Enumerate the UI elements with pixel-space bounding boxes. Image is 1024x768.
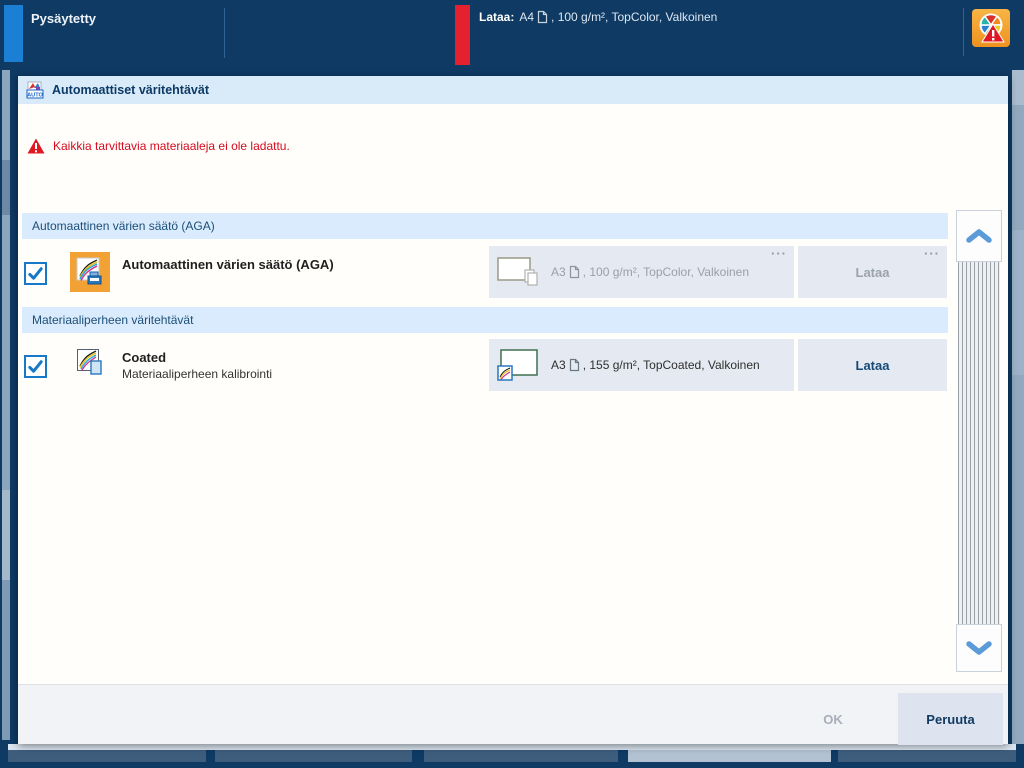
load-message: Lataa: A4 , 100 g/m², TopColor, Valkoine… [479,10,717,24]
scrollbar-track[interactable] [958,262,1000,624]
load-material-details: , 100 g/m², TopColor, Valkoinen [551,10,717,24]
checkbox-coated[interactable] [24,355,47,378]
material-selector-aga-disabled[interactable]: A3 , 100 g/m², TopColor, Valkoinen ··· [489,246,794,298]
paper-tray-icon [497,256,541,288]
paper-tray-calibration-icon [497,347,541,383]
section-header-aga: Automaattinen värien säätö (AGA) [22,213,948,239]
background-tab-4-active[interactable] [628,750,831,762]
color-wheel-warning-icon [975,12,1007,44]
scroll-up-button[interactable] [956,210,1002,262]
material-selector-coated[interactable]: A3 , 155 g/m², TopCoated, Valkoinen [489,339,794,391]
page-icon [537,10,548,24]
scroll-down-button[interactable] [956,624,1002,672]
load-button-label: Lataa [856,358,890,373]
background-tab-2[interactable] [215,750,412,762]
task-label-coated: Coated Materiaaliperheen kalibrointi [122,350,272,381]
overflow-dots: ··· [924,246,940,261]
auto-color-tasks-icon: AUTO [26,81,44,99]
background-right-tab-strip [1012,70,1024,744]
material-description: A3 , 100 g/m², TopColor, Valkoinen [551,265,749,279]
status-indicator-bar [4,5,23,62]
warning-message-row: Kaikkia tarvittavia materiaaleja ei ole … [27,138,290,154]
checkmark-icon [27,358,44,375]
chevron-down-icon [964,640,994,656]
automatic-color-tasks-dialog: AUTO Automaattiset väritehtävät Kaikkia … [18,76,1008,744]
dialog-scrollbar [956,210,1002,672]
color-calibration-alert-button[interactable] [972,9,1010,47]
task-sublabel: Materiaaliperheen kalibrointi [122,367,272,381]
aga-calibration-icon [70,252,110,292]
background-tab-5[interactable] [838,750,1016,762]
load-button-coated[interactable]: Lataa [798,339,947,391]
material-details: , 100 g/m², TopColor, Valkoinen [583,265,749,279]
checkbox-aga[interactable] [24,262,47,285]
svg-text:AUTO: AUTO [27,93,43,99]
page-icon [569,358,580,372]
section-header-material-family: Materiaaliperheen väritehtävät [22,307,948,333]
load-button-aga-disabled[interactable]: Lataa ··· [798,246,947,298]
overflow-dots: ··· [771,246,787,261]
header-divider [963,8,964,56]
page-icon [569,265,580,279]
warning-text: Kaikkia tarvittavia materiaaleja ei ole … [53,139,290,153]
task-title: Coated [122,350,166,365]
load-button-label: Lataa [856,265,890,280]
checkmark-icon [27,265,44,282]
warning-triangle-icon [27,138,45,154]
cancel-button[interactable]: Peruuta [898,693,1003,745]
load-paper-size: A4 [519,10,534,24]
family-calibration-icon [77,349,104,376]
material-details: , 155 g/m², TopCoated, Valkoinen [583,358,760,372]
background-bottom-tabs [0,750,1024,762]
ok-button-disabled[interactable]: OK [778,693,888,745]
load-message-label: Lataa: [479,10,514,24]
task-label-aga: Automaattinen värien säätö (AGA) [122,257,334,272]
material-paper-size: A3 [551,265,566,279]
dialog-titlebar: AUTO Automaattiset väritehtävät [18,76,1008,104]
chevron-up-icon [964,228,994,244]
dialog-title: Automaattiset väritehtävät [52,83,209,97]
material-paper-size: A3 [551,358,566,372]
header-divider [224,8,225,58]
material-description: A3 , 155 g/m², TopCoated, Valkoinen [551,358,760,372]
machine-ui-screen: Pysäytetty Lataa: A4 , 100 g/m², TopColo… [0,0,1024,768]
alert-indicator-bar [455,5,470,65]
background-tab-3[interactable] [424,750,618,762]
machine-status-text: Pysäytetty [31,11,96,26]
dialog-footer: OK Peruuta [18,684,1008,744]
background-tab-1[interactable] [8,750,206,762]
background-left-tab-strip [2,70,10,740]
